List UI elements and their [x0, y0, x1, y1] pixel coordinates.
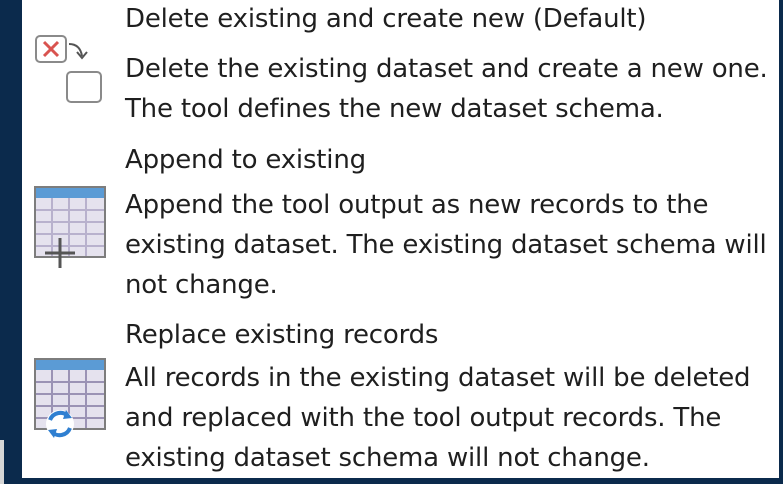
description-line: and replaced with the tool output record…	[125, 403, 722, 433]
scrollbar-edge	[0, 440, 4, 484]
append-table-icon	[30, 182, 110, 272]
dialog-background: Delete existing and create new (Default)…	[0, 0, 783, 484]
option-delete-create[interactable]: Delete existing and create new (Default)…	[22, 0, 779, 140]
option-description: Append the tool output as new records to…	[125, 185, 767, 305]
description-line: Delete the existing dataset and create a…	[125, 54, 768, 84]
delete-create-icon	[30, 30, 110, 120]
option-append-existing[interactable]: Append to existing Append the tool outpu…	[22, 140, 779, 310]
option-title: Append to existing	[125, 145, 366, 175]
replace-table-icon	[30, 354, 110, 444]
description-line: existing dataset schema will not change.	[125, 443, 650, 473]
description-line: existing dataset. The existing dataset s…	[125, 230, 767, 260]
option-title: Delete existing and create new (Default)	[125, 4, 647, 34]
options-dropdown-panel: Delete existing and create new (Default)…	[22, 0, 779, 478]
description-line: All records in the existing dataset will…	[125, 363, 751, 393]
option-title: Replace existing records	[125, 320, 439, 350]
description-line: not change.	[125, 270, 278, 300]
option-description: Delete the existing dataset and create a…	[125, 49, 768, 129]
option-description: All records in the existing dataset will…	[125, 358, 751, 478]
description-line: The tool defines the new dataset schema.	[125, 94, 664, 124]
option-replace-records[interactable]: Replace existing records All records in …	[22, 316, 779, 478]
description-line: Append the tool output as new records to…	[125, 190, 709, 220]
